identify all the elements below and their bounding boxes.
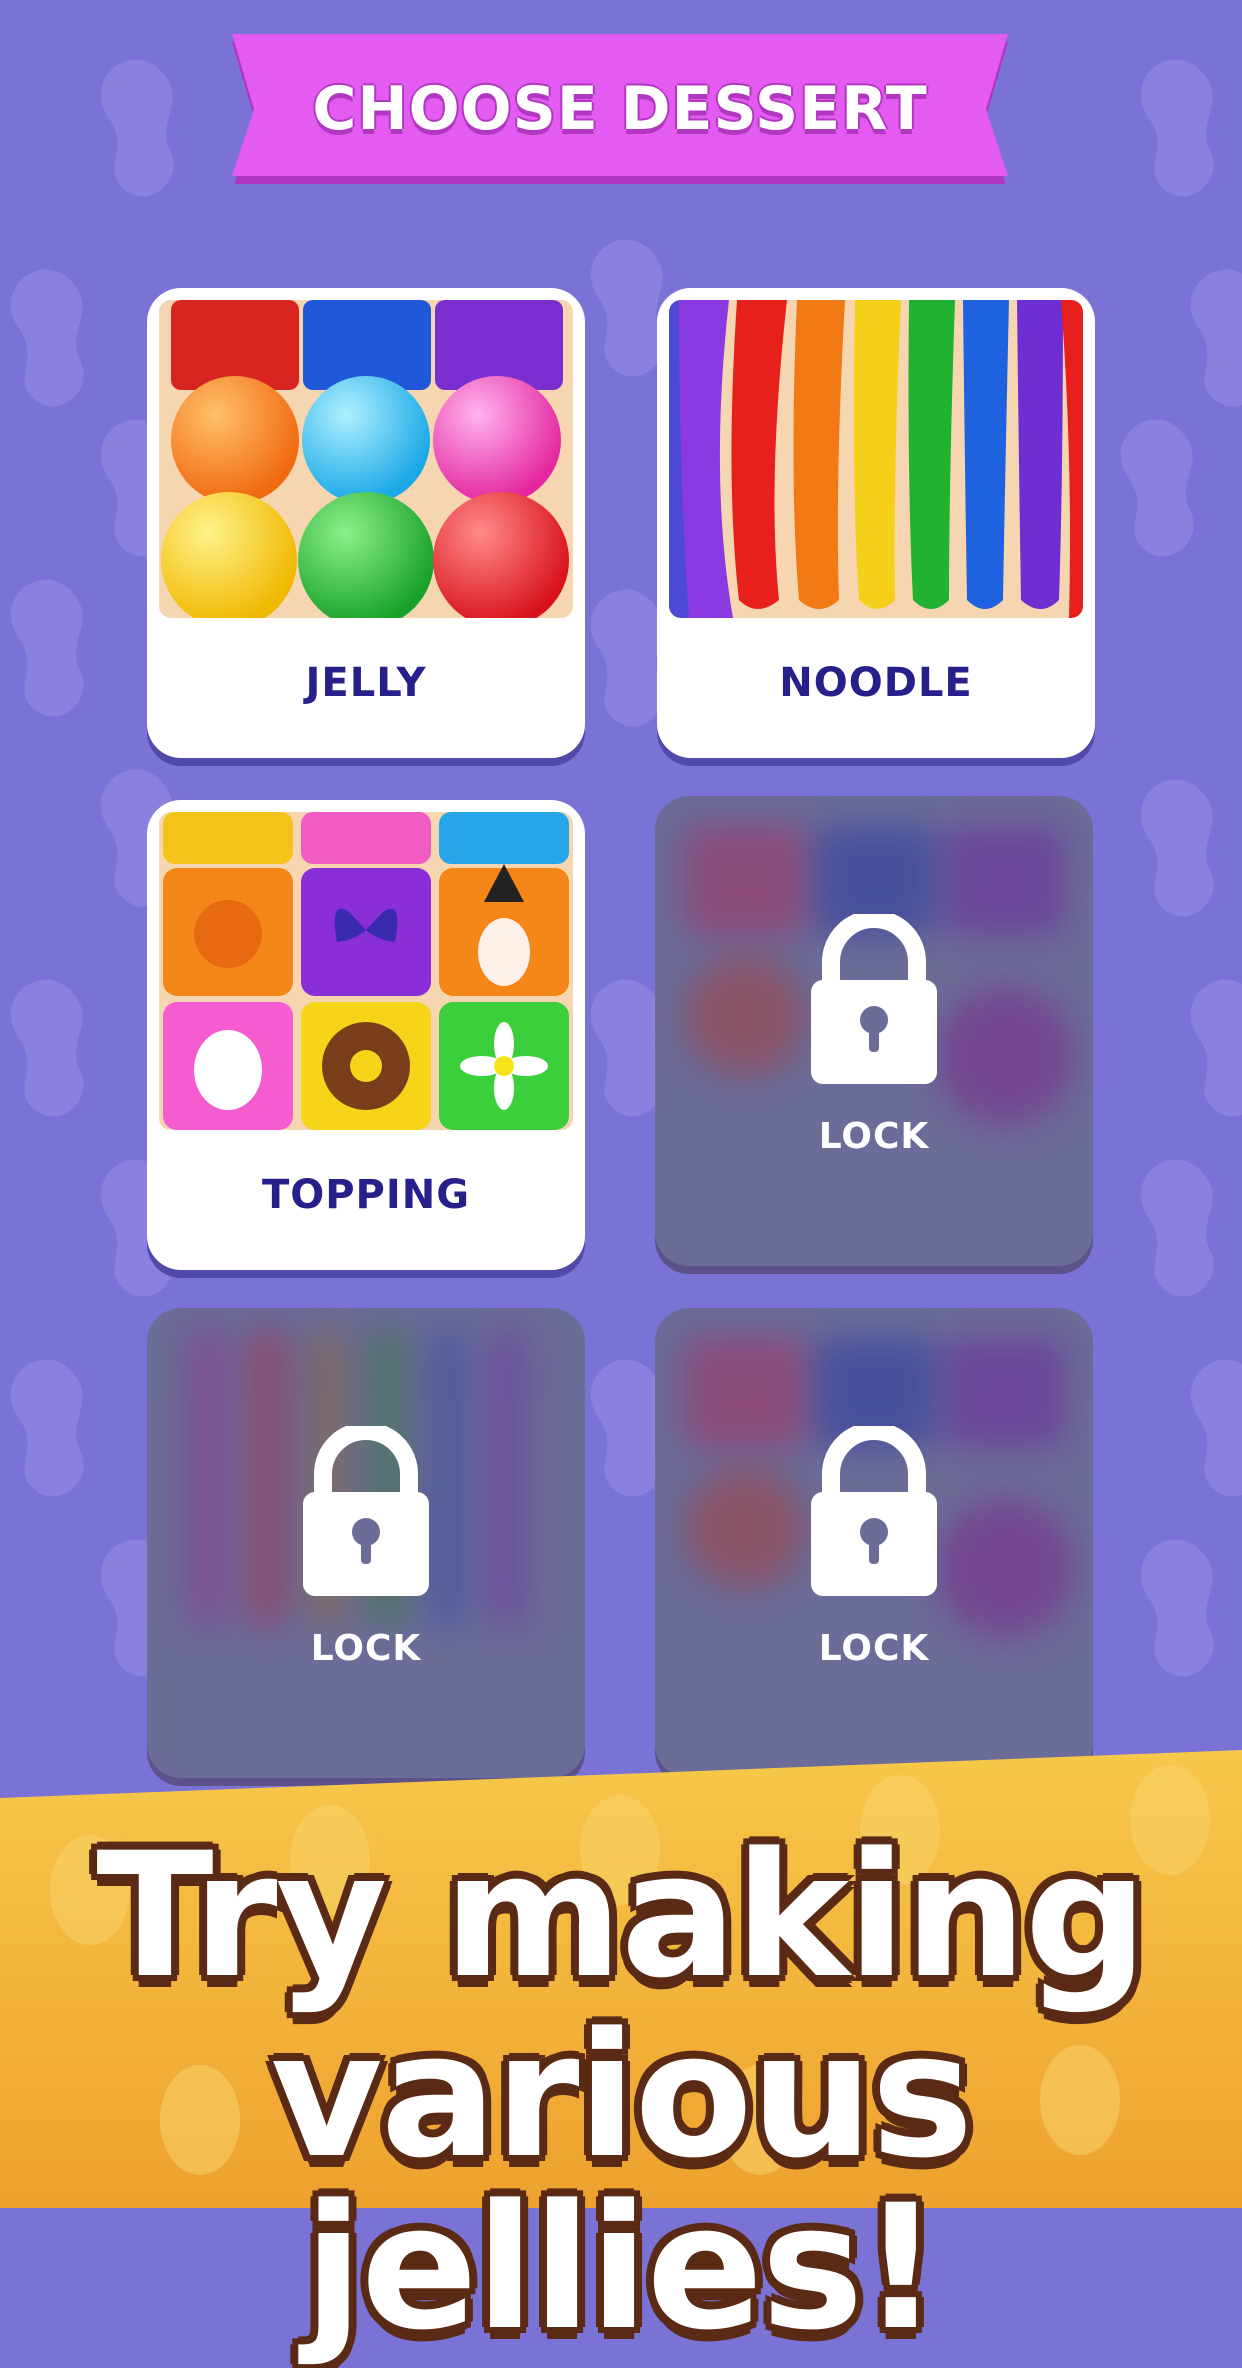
bean-shape bbox=[10, 579, 84, 717]
bean-shape bbox=[590, 979, 664, 1117]
locked-dessert-card[interactable]: LOCK bbox=[655, 796, 1093, 1266]
padlock-icon bbox=[811, 914, 937, 1084]
tagline-line-2: various jellies! bbox=[270, 1995, 974, 2368]
bean-shape bbox=[10, 1359, 84, 1497]
padlock-icon bbox=[811, 1426, 937, 1596]
bean-shape bbox=[1140, 779, 1214, 917]
dessert-card-topping[interactable]: TOPPING bbox=[147, 800, 585, 1270]
jelly-thumbnail bbox=[159, 300, 573, 618]
bean-shape bbox=[1140, 1539, 1214, 1677]
bean-shape bbox=[10, 269, 84, 407]
topping-thumbnail bbox=[159, 812, 573, 1130]
dessert-card-jelly[interactable]: JELLY bbox=[147, 288, 585, 758]
bean-shape bbox=[590, 1359, 664, 1497]
tagline-line-1: Try making bbox=[96, 1815, 1147, 2016]
bean-shape bbox=[100, 59, 174, 197]
bean-shape bbox=[1190, 269, 1242, 407]
lock-label: LOCK bbox=[818, 1116, 930, 1157]
card-label: JELLY bbox=[305, 660, 427, 706]
noodle-thumbnail bbox=[669, 300, 1083, 618]
lock-label: LOCK bbox=[310, 1628, 422, 1669]
bean-shape bbox=[1140, 59, 1214, 197]
bean-shape bbox=[1140, 1159, 1214, 1297]
bean-shape bbox=[10, 979, 84, 1117]
page-title: CHOOSE DESSERT bbox=[312, 74, 928, 144]
locked-dessert-card[interactable]: LOCK bbox=[147, 1308, 585, 1778]
padlock-icon bbox=[303, 1426, 429, 1596]
card-label: NOODLE bbox=[779, 660, 973, 706]
bean-shape bbox=[1190, 979, 1242, 1117]
dessert-card-noodle[interactable]: NOODLE bbox=[657, 288, 1095, 758]
bean-shape bbox=[1190, 1359, 1242, 1497]
locked-dessert-card[interactable]: LOCK bbox=[655, 1308, 1093, 1778]
lock-label: LOCK bbox=[818, 1628, 930, 1669]
bean-shape bbox=[590, 589, 664, 727]
bean-shape bbox=[1120, 419, 1194, 557]
bean-shape bbox=[590, 239, 664, 377]
card-label: TOPPING bbox=[261, 1172, 471, 1218]
choose-dessert-banner: CHOOSE DESSERT bbox=[232, 34, 1008, 184]
